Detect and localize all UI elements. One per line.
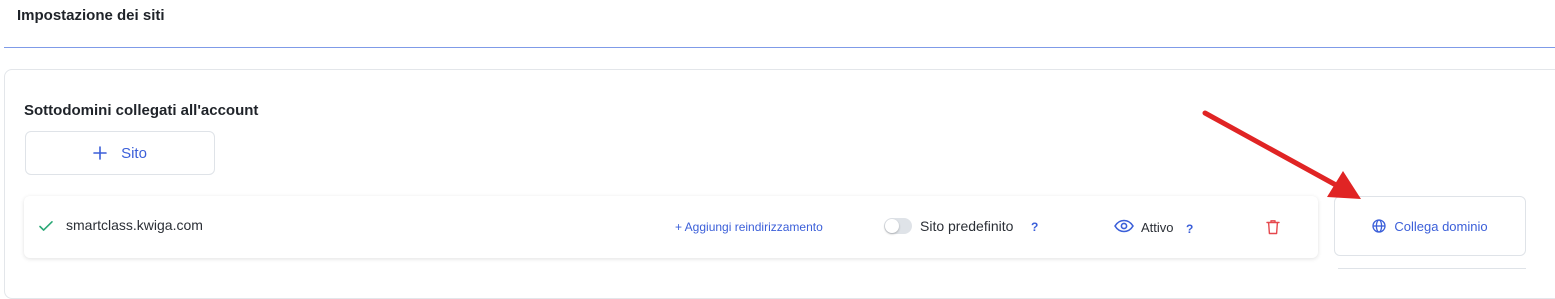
default-site-label: Sito predefinito — [920, 218, 1014, 234]
site-row: smartclass.kwiga.com + Aggiungi reindiri… — [24, 196, 1318, 258]
active-label: Attivo — [1141, 220, 1174, 235]
trash-icon[interactable] — [1266, 219, 1280, 235]
check-icon — [39, 221, 53, 231]
add-redirect-link[interactable]: + Aggiungi reindirizzamento — [675, 220, 823, 234]
default-site-toggle[interactable] — [884, 218, 912, 234]
next-panel-edge — [1338, 268, 1526, 272]
active-help-icon[interactable]: ? — [1186, 222, 1193, 236]
site-domain: smartclass.kwiga.com — [66, 217, 203, 233]
eye-icon[interactable] — [1114, 219, 1134, 233]
page-title: Impostazione dei siti — [17, 7, 165, 24]
add-site-button[interactable]: Sito — [25, 131, 215, 175]
add-site-label: Sito — [121, 144, 147, 162]
connect-domain-button[interactable]: Collega dominio — [1334, 196, 1526, 256]
connect-domain-label: Collega dominio — [1394, 218, 1488, 234]
section-heading: Sottodomini collegati all'account — [24, 102, 259, 119]
title-divider — [4, 47, 1555, 48]
plus-icon — [93, 146, 107, 160]
annotation-arrow — [1202, 110, 1361, 199]
toggle-knob — [885, 219, 899, 233]
default-site-help-icon[interactable]: ? — [1031, 220, 1038, 234]
globe-icon — [1372, 219, 1387, 233]
